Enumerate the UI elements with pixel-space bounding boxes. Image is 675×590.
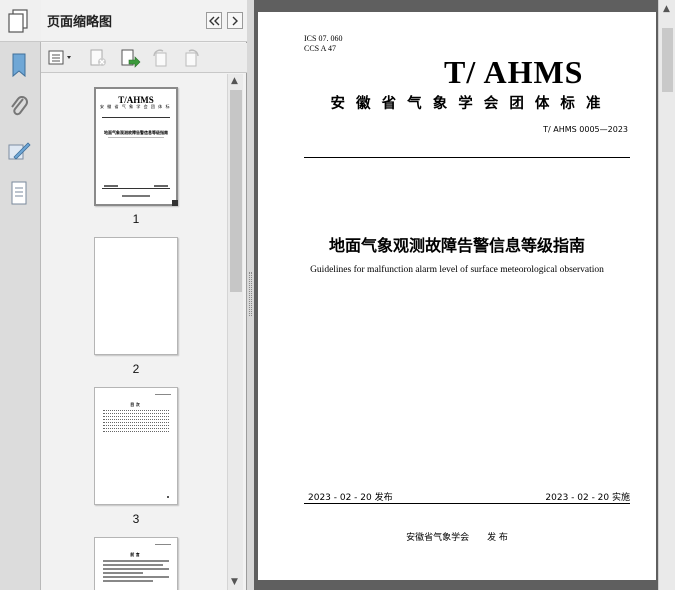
rotate-left-icon[interactable] xyxy=(149,48,171,68)
standard-logo: T/ AHMS xyxy=(444,54,584,90)
thumb-header-line xyxy=(155,544,171,545)
toc-line xyxy=(103,431,169,432)
pages-icon[interactable] xyxy=(5,6,33,36)
toc-line xyxy=(103,425,169,426)
text-line xyxy=(103,560,169,562)
document-view: ICS 07. 060 CCS A 47 T/ AHMS 安 徽 省 气 象 学… xyxy=(254,0,658,590)
scroll-up-icon[interactable]: ▲ xyxy=(231,76,238,86)
thumb-resize-handle[interactable] xyxy=(172,200,178,206)
scroll-up-icon[interactable]: ▲ xyxy=(663,4,670,14)
document-title-en: Guidelines for malfunction alarm level o… xyxy=(310,265,604,275)
publish-date: 2023 - 02 - 20 发布 xyxy=(308,493,393,503)
rotate-right-icon[interactable] xyxy=(181,48,203,68)
thumb-toc-header xyxy=(155,394,171,395)
splitter-grip[interactable] xyxy=(249,272,252,316)
signature-icon[interactable] xyxy=(5,136,33,166)
thumbnail-options-icon[interactable] xyxy=(47,48,75,68)
implement-date: 2023 - 02 - 20 实施 xyxy=(545,493,630,503)
toc-line xyxy=(103,410,169,411)
thumb-footer-right xyxy=(154,185,168,187)
text-line xyxy=(103,572,143,574)
header-rule xyxy=(304,157,630,158)
page-thumbnail-2[interactable] xyxy=(94,237,178,355)
thumb-subtitle-line xyxy=(108,137,164,138)
page-thumbnail-3[interactable]: 目 次 xyxy=(94,387,178,505)
text-line xyxy=(103,576,169,578)
panel-title: 页面缩略图 xyxy=(47,15,113,30)
page-thumbnails-icon[interactable] xyxy=(5,178,33,208)
panel-header: 页面缩略图 xyxy=(41,0,247,42)
chevron-right-icon xyxy=(232,16,238,25)
thumb-page-mark xyxy=(167,496,169,498)
collapse-panel-button[interactable] xyxy=(206,12,222,29)
text-line xyxy=(103,568,169,570)
toc-line xyxy=(103,428,169,429)
organization-line: 安 徽 省 气 象 学 会 团 体 标 准 xyxy=(330,96,604,112)
thumbnail-list: T/AHMS 安 徽 省 气 象 学 会 团 体 标 准 地面气象观测故障告警信… xyxy=(41,74,227,590)
footer-rule xyxy=(304,503,630,504)
navigation-strip xyxy=(0,0,41,590)
thumbnail-scroll-thumb[interactable] xyxy=(230,90,242,292)
document-page: ICS 07. 060 CCS A 47 T/ AHMS 安 徽 省 气 象 学… xyxy=(258,12,656,580)
page-number-1: 1 xyxy=(132,212,140,226)
thumb-footer-rule xyxy=(102,188,170,189)
thumb-footer-left xyxy=(104,185,118,187)
expand-panel-button[interactable] xyxy=(227,12,243,29)
toc-line xyxy=(103,422,169,423)
page-number-2: 2 xyxy=(132,362,140,376)
document-scrollbar[interactable]: ▲ xyxy=(658,0,675,590)
thumb-rule xyxy=(102,117,170,118)
ics-code: ICS 07. 060 xyxy=(304,34,343,43)
ccs-code: CCS A 47 xyxy=(304,44,337,53)
thumbnail-scrollbar[interactable]: ▲ ▼ xyxy=(227,74,243,590)
attachment-icon[interactable] xyxy=(5,92,33,122)
thumbnail-toolbar xyxy=(41,43,247,73)
scroll-down-icon[interactable]: ▼ xyxy=(231,577,238,587)
document-number: T/ AHMS 0005—2023 xyxy=(543,125,628,134)
page-number-3: 3 xyxy=(132,512,140,526)
pdf-reader-window: 页面缩略图 T/AHMS 安 徽 省 气 象 学 会 团 体 标 准 地面气象观… xyxy=(0,0,675,590)
document-scroll-thumb[interactable] xyxy=(662,28,673,92)
panel-splitter[interactable] xyxy=(247,0,254,590)
strip-header xyxy=(0,0,41,42)
page-thumbnail-1[interactable]: T/AHMS 安 徽 省 气 象 学 会 团 体 标 准 地面气象观测故障告警信… xyxy=(94,87,178,206)
document-title-cn: 地面气象观测故障告警信息等级指南 xyxy=(328,236,585,255)
thumb-publisher xyxy=(122,195,150,197)
thumb-title: 地面气象观测故障告警信息等级指南 xyxy=(104,130,168,135)
toc-line xyxy=(103,416,169,417)
page-thumbnail-4[interactable]: 前 言 xyxy=(94,537,178,590)
publisher: 安徽省气象学会 发 布 xyxy=(406,533,508,543)
bookmark-icon[interactable] xyxy=(5,50,33,80)
thumb-org: 安 徽 省 气 象 学 会 团 体 标 准 xyxy=(100,104,172,109)
toc-line xyxy=(103,413,169,414)
text-line xyxy=(103,564,163,566)
thumb-foreword-title: 前 言 xyxy=(130,552,140,557)
thumb-toc-title: 目 次 xyxy=(130,402,140,407)
double-chevron-left-icon xyxy=(209,16,220,25)
thumbnail-panel: 页面缩略图 T/AHMS 安 徽 省 气 象 学 会 团 体 标 准 地面气象观… xyxy=(41,0,247,590)
delete-page-icon[interactable] xyxy=(87,48,109,68)
text-line xyxy=(103,580,153,582)
toc-line xyxy=(103,419,169,420)
insert-page-icon[interactable] xyxy=(119,48,141,68)
